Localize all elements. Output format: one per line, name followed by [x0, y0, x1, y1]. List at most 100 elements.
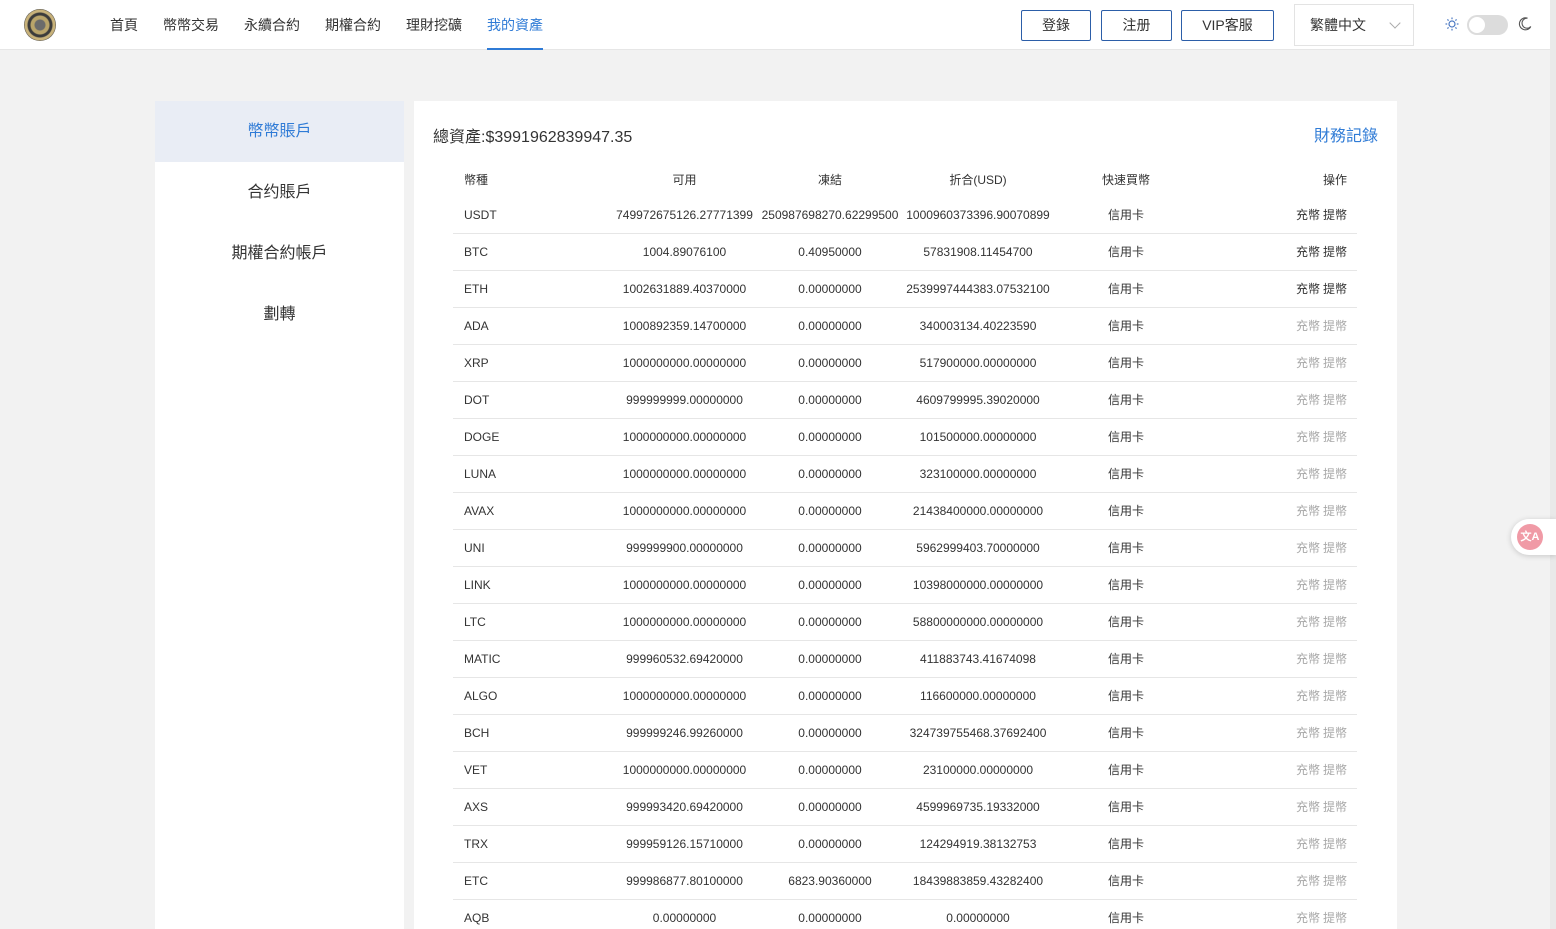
deposit-button[interactable]: 充幣 [1296, 615, 1320, 629]
credit-card-buy-link[interactable]: 信用卡 [1076, 456, 1176, 492]
deposit-button[interactable]: 充幣 [1296, 837, 1320, 851]
sun-icon[interactable] [1445, 17, 1459, 31]
credit-card-buy-link[interactable]: 信用卡 [1076, 567, 1176, 603]
credit-card-buy-link[interactable]: 信用卡 [1076, 271, 1176, 307]
sidebar-item-1[interactable]: 合约賬戶 [155, 162, 404, 223]
translate-widget[interactable]: 文A [1511, 519, 1556, 555]
deposit-button[interactable]: 充幣 [1296, 874, 1320, 888]
deposit-button[interactable]: 充幣 [1296, 541, 1320, 555]
withdraw-button[interactable]: 提幣 [1323, 393, 1347, 407]
credit-card-buy-link[interactable]: 信用卡 [1076, 715, 1176, 751]
credit-card-buy-link[interactable]: 信用卡 [1076, 641, 1176, 677]
withdraw-button[interactable]: 提幣 [1323, 726, 1347, 740]
withdraw-button[interactable]: 提幣 [1323, 837, 1347, 851]
sidebar-item-3[interactable]: 劃轉 [155, 284, 404, 345]
language-select[interactable]: 繁體中文 [1294, 4, 1414, 46]
withdraw-button[interactable]: 提幣 [1323, 689, 1347, 703]
deposit-button[interactable]: 充幣 [1296, 504, 1320, 518]
credit-card-buy-link[interactable]: 信用卡 [1076, 678, 1176, 714]
credit-card-buy-link[interactable]: 信用卡 [1076, 789, 1176, 825]
row-actions: 充幣 提幣 [1293, 456, 1347, 492]
withdraw-button[interactable]: 提幣 [1323, 467, 1347, 481]
credit-card-buy-link[interactable]: 信用卡 [1076, 826, 1176, 862]
deposit-button[interactable]: 充幣 [1296, 245, 1320, 259]
withdraw-button[interactable]: 提幣 [1323, 245, 1347, 259]
withdraw-button[interactable]: 提幣 [1323, 541, 1347, 555]
sidebar-item-0[interactable]: 幣幣賬戶 [155, 101, 404, 162]
usd-value: 323100000.00000000 [919, 467, 1037, 481]
nav-item-4[interactable]: 理財挖礦 [406, 0, 462, 50]
financial-records-link[interactable]: 財務記錄 [1314, 122, 1378, 146]
credit-card-buy-link[interactable]: 信用卡 [1076, 863, 1176, 899]
withdraw-button[interactable]: 提幣 [1323, 578, 1347, 592]
deposit-button[interactable]: 充幣 [1296, 208, 1320, 222]
deposit-button[interactable]: 充幣 [1296, 652, 1320, 666]
deposit-button[interactable]: 充幣 [1296, 763, 1320, 777]
deposit-button[interactable]: 充幣 [1296, 726, 1320, 740]
row-actions: 充幣 提幣 [1293, 345, 1347, 381]
deposit-button[interactable]: 充幣 [1296, 911, 1320, 925]
usd-value: 101500000.00000000 [919, 430, 1037, 444]
row-actions: 充幣 提幣 [1293, 604, 1347, 640]
coin-name: LINK [464, 578, 491, 592]
credit-card-buy-link[interactable]: 信用卡 [1076, 530, 1176, 566]
deposit-button[interactable]: 充幣 [1296, 430, 1320, 444]
withdraw-button[interactable]: 提幣 [1323, 615, 1347, 629]
credit-card-buy-link[interactable]: 信用卡 [1076, 345, 1176, 381]
usd-value: 23100000.00000000 [922, 763, 1034, 777]
deposit-button[interactable]: 充幣 [1296, 800, 1320, 814]
deposit-button[interactable]: 充幣 [1296, 467, 1320, 481]
withdraw-button[interactable]: 提幣 [1323, 911, 1347, 925]
withdraw-button[interactable]: 提幣 [1323, 319, 1347, 333]
credit-card-buy-link[interactable]: 信用卡 [1076, 197, 1176, 233]
withdraw-button[interactable]: 提幣 [1323, 800, 1347, 814]
credit-card-buy-link[interactable]: 信用卡 [1076, 234, 1176, 270]
frozen-amount: 250987698270.62299500 [761, 208, 899, 222]
moon-icon[interactable] [1518, 17, 1532, 31]
login-button[interactable]: 登錄 [1021, 10, 1091, 41]
deposit-button[interactable]: 充幣 [1296, 393, 1320, 407]
frozen-amount: 0.00000000 [798, 689, 862, 703]
withdraw-button[interactable]: 提幣 [1323, 874, 1347, 888]
vip-support-button[interactable]: VIP客服 [1181, 10, 1274, 41]
nav-item-3[interactable]: 期權合約 [325, 0, 381, 50]
site-logo[interactable] [24, 9, 56, 41]
deposit-button[interactable]: 充幣 [1296, 282, 1320, 296]
usd-value: 0.00000000 [946, 911, 1010, 925]
nav-item-1[interactable]: 幣幣交易 [163, 0, 219, 50]
theme-toggle[interactable] [1467, 15, 1508, 35]
withdraw-button[interactable]: 提幣 [1323, 208, 1347, 222]
credit-card-buy-link[interactable]: 信用卡 [1076, 604, 1176, 640]
row-actions: 充幣 提幣 [1293, 382, 1347, 418]
col-usd: 折合(USD) [949, 173, 1007, 187]
coin-name: VET [464, 763, 488, 777]
nav-item-2[interactable]: 永續合約 [244, 0, 300, 50]
credit-card-buy-link[interactable]: 信用卡 [1076, 382, 1176, 418]
credit-card-buy-link[interactable]: 信用卡 [1076, 900, 1176, 929]
withdraw-button[interactable]: 提幣 [1323, 356, 1347, 370]
nav-item-5[interactable]: 我的資產 [487, 0, 543, 50]
credit-card-buy-link[interactable]: 信用卡 [1076, 419, 1176, 455]
withdraw-button[interactable]: 提幣 [1323, 282, 1347, 296]
withdraw-button[interactable]: 提幣 [1323, 652, 1347, 666]
credit-card-buy-link[interactable]: 信用卡 [1076, 493, 1176, 529]
deposit-button[interactable]: 充幣 [1296, 356, 1320, 370]
deposit-button[interactable]: 充幣 [1296, 319, 1320, 333]
credit-card-buy-link[interactable]: 信用卡 [1076, 308, 1176, 344]
nav-item-0[interactable]: 首頁 [110, 0, 138, 50]
sidebar-item-2[interactable]: 期權合約帳戶 [155, 223, 404, 284]
deposit-button[interactable]: 充幣 [1296, 689, 1320, 703]
table-row: LUNA 1000000000.00000000 0.00000000 3231000… [453, 456, 1357, 493]
coin-name: ALGO [464, 689, 498, 703]
withdraw-button[interactable]: 提幣 [1323, 430, 1347, 444]
scrollbar[interactable] [1550, 0, 1556, 929]
withdraw-button[interactable]: 提幣 [1323, 504, 1347, 518]
coin-name: ADA [464, 319, 489, 333]
coin-name: BTC [464, 245, 488, 259]
register-button[interactable]: 注册 [1101, 10, 1172, 41]
usd-value: 124294919.38132753 [919, 837, 1037, 851]
credit-card-buy-link[interactable]: 信用卡 [1076, 752, 1176, 788]
table-row: DOGE 1000000000.00000000 0.00000000 1015000… [453, 419, 1357, 456]
withdraw-button[interactable]: 提幣 [1323, 763, 1347, 777]
deposit-button[interactable]: 充幣 [1296, 578, 1320, 592]
